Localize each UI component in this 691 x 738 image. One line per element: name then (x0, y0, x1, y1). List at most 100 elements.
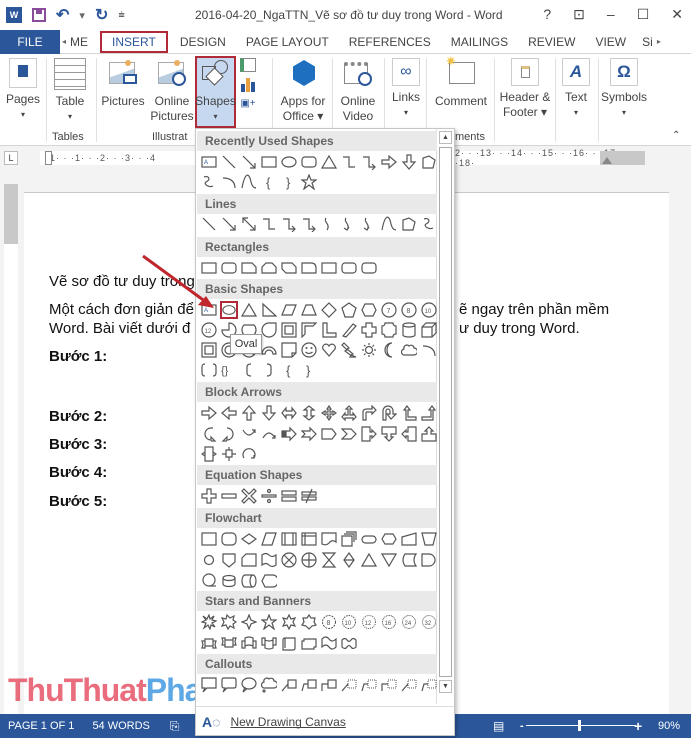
tab-signature[interactable]: Si (636, 30, 655, 54)
acallout2-shape-icon[interactable] (360, 676, 378, 694)
fcsum-shape-icon[interactable] (280, 551, 298, 569)
redo-icon[interactable]: ↻ (95, 5, 108, 25)
undo-icon[interactable]: ↶ (56, 5, 69, 25)
rect-shape-icon[interactable] (320, 259, 338, 277)
heart-shape-icon[interactable] (320, 341, 338, 359)
circarr-shape-icon[interactable] (240, 445, 258, 463)
s8-shape-icon[interactable]: 8 (320, 613, 338, 631)
fcoff-shape-icon[interactable] (220, 551, 238, 569)
moon-shape-icon[interactable] (380, 341, 398, 359)
n8-shape-icon[interactable]: 8 (400, 301, 418, 319)
cube-shape-icon[interactable] (420, 321, 438, 339)
fcdelay-shape-icon[interactable] (420, 551, 438, 569)
ribbon1-shape-icon[interactable] (200, 634, 218, 652)
fcconn-shape-icon[interactable] (200, 551, 218, 569)
zoom-level[interactable]: 90% (658, 720, 680, 732)
fcmerge-shape-icon[interactable] (380, 551, 398, 569)
tab-page-layout[interactable]: PAGE LAYOUT (236, 30, 339, 54)
snip3-shape-icon[interactable] (280, 259, 298, 277)
curvedarr-shape-icon[interactable] (360, 215, 378, 233)
help-icon[interactable]: ? (543, 6, 551, 23)
dblarrow-shape-icon[interactable] (240, 215, 258, 233)
fcdisp-shape-icon[interactable] (260, 572, 278, 590)
proofing-icon[interactable]: ⎘ (170, 719, 180, 734)
plaque-shape-icon[interactable] (380, 321, 398, 339)
table-button[interactable]: Table ▾ (52, 58, 88, 124)
exp1-shape-icon[interactable] (200, 613, 218, 631)
linecallout3-shape-icon[interactable] (320, 676, 338, 694)
fcstored-shape-icon[interactable] (400, 551, 418, 569)
lrarrow-shape-icon[interactable] (280, 404, 298, 422)
tab-view[interactable]: VIEW (585, 30, 636, 54)
rrect-shape-icon[interactable] (300, 153, 318, 171)
pent-shape-icon[interactable] (340, 301, 358, 319)
trap-shape-icon[interactable] (300, 301, 318, 319)
smiley-shape-icon[interactable] (300, 341, 318, 359)
zoom-slider[interactable] (526, 720, 636, 731)
curvedl-shape-icon[interactable] (220, 425, 238, 443)
cribbon2-shape-icon[interactable] (260, 634, 278, 652)
n12-shape-icon[interactable]: 12 (200, 321, 218, 339)
uturn-shape-icon[interactable] (380, 404, 398, 422)
sun-shape-icon[interactable] (360, 341, 378, 359)
rbrace-shape-icon[interactable]: } (300, 361, 318, 379)
elbowarr-shape-icon[interactable] (280, 215, 298, 233)
apps-for-office-button[interactable]: Apps for Office ▾ (278, 58, 328, 124)
bracepair-shape-icon[interactable]: {} (220, 361, 238, 379)
tab-scroll-right[interactable]: ▸ (655, 30, 663, 54)
equal-shape-icon[interactable] (280, 487, 298, 505)
plus-shape-icon[interactable] (200, 487, 218, 505)
ovalcallout-shape-icon[interactable] (240, 676, 258, 694)
acallout1-shape-icon[interactable] (400, 676, 418, 694)
chart-icon[interactable] (241, 76, 255, 92)
fcsort-shape-icon[interactable] (340, 551, 358, 569)
scroll-thumb[interactable] (439, 147, 452, 677)
lupturn-shape-icon[interactable] (400, 404, 418, 422)
star4-shape-icon[interactable] (240, 613, 258, 631)
elbowarr-shape-icon[interactable] (360, 153, 378, 171)
fold-shape-icon[interactable] (280, 341, 298, 359)
quadcallout-shape-icon[interactable] (220, 445, 238, 463)
bracketpair-shape-icon[interactable] (200, 361, 218, 379)
s16-shape-icon[interactable]: 16 (380, 613, 398, 631)
tri-shape-icon[interactable] (240, 301, 258, 319)
wave-shape-icon[interactable] (320, 634, 338, 652)
exp2-shape-icon[interactable] (220, 613, 238, 631)
acallout2-shape-icon[interactable] (420, 676, 438, 694)
fcint-shape-icon[interactable] (300, 530, 318, 548)
curved-shape-icon[interactable] (320, 215, 338, 233)
star-shape-icon[interactable] (260, 613, 278, 631)
fcdoc-shape-icon[interactable] (320, 530, 338, 548)
line-shape-icon[interactable] (200, 215, 218, 233)
save-icon[interactable] (32, 8, 46, 22)
tab-selector[interactable]: L (4, 151, 18, 165)
textbox-shape-icon[interactable]: A (200, 301, 218, 319)
zoom-slider-handle[interactable] (578, 720, 581, 731)
bevel-shape-icon[interactable] (200, 341, 218, 359)
bolt-shape-icon[interactable] (340, 341, 358, 359)
text-button[interactable]: A Text ▾ (560, 58, 592, 120)
shapes-button[interactable]: Shapes ▾ (195, 56, 236, 128)
linecallout2-shape-icon[interactable] (300, 676, 318, 694)
fcdec-shape-icon[interactable] (240, 530, 258, 548)
comment-button[interactable]: ✷ Comment (432, 54, 490, 109)
fcprep-shape-icon[interactable] (380, 530, 398, 548)
fctape-shape-icon[interactable] (260, 551, 278, 569)
rrect-shape-icon[interactable] (360, 259, 378, 277)
lbracket-shape-icon[interactable] (240, 361, 258, 379)
star-shape-icon[interactable] (300, 173, 318, 191)
mult-shape-icon[interactable] (240, 487, 258, 505)
symbols-button[interactable]: Ω Symbols ▾ (600, 58, 648, 120)
tab-design[interactable]: DESIGN (170, 30, 236, 54)
elbowarr-shape-icon[interactable] (300, 215, 318, 233)
fcmulti-shape-icon[interactable] (340, 530, 358, 548)
para-shape-icon[interactable] (280, 301, 298, 319)
bentup-shape-icon[interactable] (420, 404, 438, 422)
oval-shape-icon-selected[interactable] (220, 301, 238, 319)
chevron-shape-icon[interactable] (340, 425, 358, 443)
fcdata-shape-icon[interactable] (260, 530, 278, 548)
fcterm-shape-icon[interactable] (360, 530, 378, 548)
curvedd-shape-icon[interactable] (260, 425, 278, 443)
scroll-up-button[interactable]: ▲ (439, 131, 452, 144)
fcmanin-shape-icon[interactable] (400, 530, 418, 548)
